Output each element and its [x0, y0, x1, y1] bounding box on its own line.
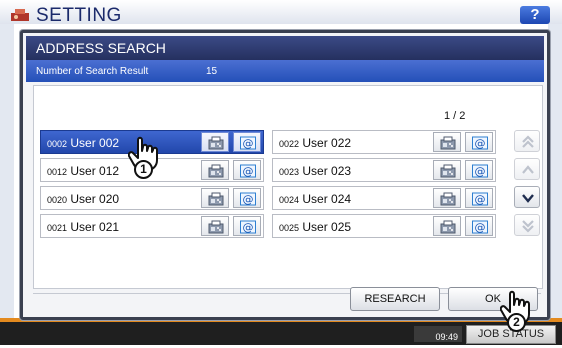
- search-result-bar: Number of Search Result 15: [26, 60, 544, 82]
- entry-label: 0020 User 020: [47, 192, 120, 206]
- chevron-down-icon: [522, 194, 534, 203]
- entry-label: 0021 User 021: [47, 220, 120, 234]
- scroll-bottom-button[interactable]: [514, 214, 540, 236]
- setting-header: SETTING ?: [0, 0, 562, 26]
- email-button[interactable]: @: [233, 132, 261, 152]
- entry-label: 0024 User 024: [279, 192, 352, 206]
- email-button[interactable]: @: [465, 216, 493, 236]
- results-panel: 1 / 2 0002 User 002 @ 0012 User 012 @ 00…: [33, 85, 543, 289]
- callout-number: 1: [134, 160, 153, 179]
- fax-button[interactable]: [433, 160, 461, 180]
- svg-text:@: @: [243, 165, 254, 178]
- fax-icon: [440, 220, 456, 234]
- svg-text:@: @: [243, 137, 254, 150]
- fax-icon: [440, 192, 456, 206]
- email-icon: @: [240, 164, 256, 178]
- fax-button[interactable]: [433, 132, 461, 152]
- email-button[interactable]: @: [233, 216, 261, 236]
- entry-label: 0022 User 022: [279, 136, 352, 150]
- email-icon: @: [472, 192, 488, 206]
- scroll-top-button[interactable]: [514, 130, 540, 152]
- clock: 09:49: [414, 326, 462, 342]
- address-entry[interactable]: 0023 User 023 @: [272, 158, 496, 182]
- address-entry[interactable]: 0020 User 020 @: [40, 186, 264, 210]
- fax-button[interactable]: [201, 216, 229, 236]
- email-icon: @: [240, 192, 256, 206]
- svg-text:@: @: [475, 165, 486, 178]
- email-button[interactable]: @: [465, 160, 493, 180]
- help-button[interactable]: ?: [520, 6, 550, 24]
- svg-text:@: @: [243, 221, 254, 234]
- fax-button[interactable]: [201, 160, 229, 180]
- dialog-title: ADDRESS SEARCH: [36, 40, 166, 56]
- fax-button[interactable]: [433, 216, 461, 236]
- email-icon: @: [472, 164, 488, 178]
- email-icon: @: [240, 220, 256, 234]
- fax-icon: [440, 164, 456, 178]
- fax-icon: [440, 136, 456, 150]
- email-button[interactable]: @: [233, 160, 261, 180]
- background-panel-left: [0, 24, 14, 322]
- entry-label: 0025 User 025: [279, 220, 352, 234]
- dialog-title-bar: ADDRESS SEARCH: [26, 36, 544, 60]
- fax-button[interactable]: [201, 188, 229, 208]
- page-indicator: 1 / 2: [444, 110, 466, 122]
- address-entry[interactable]: 0021 User 021 @: [40, 214, 264, 238]
- svg-text:@: @: [475, 221, 486, 234]
- chevron-up-icon: [522, 165, 534, 174]
- email-icon: @: [472, 220, 488, 234]
- search-result-label: Number of Search Result: [36, 66, 149, 77]
- email-button[interactable]: @: [465, 188, 493, 208]
- background-panel-right: [548, 24, 562, 322]
- svg-text:@: @: [475, 193, 486, 206]
- address-entry[interactable]: 0022 User 022 @: [272, 130, 496, 154]
- callout-number: 2: [507, 313, 526, 332]
- double-chevron-up-icon: [522, 135, 534, 148]
- setting-title: SETTING: [36, 5, 122, 26]
- address-search-dialog: ADDRESS SEARCH Number of Search Result 1…: [20, 30, 550, 320]
- research-button[interactable]: RESEARCH: [350, 287, 440, 311]
- entry-label: 0023 User 023: [279, 164, 352, 178]
- fax-icon: [208, 164, 224, 178]
- fax-icon: [208, 192, 224, 206]
- fax-button[interactable]: [433, 188, 461, 208]
- svg-text:@: @: [475, 137, 486, 150]
- scroll-down-button[interactable]: [514, 186, 540, 208]
- email-button[interactable]: @: [233, 188, 261, 208]
- email-icon: @: [240, 136, 256, 150]
- address-entry[interactable]: 0024 User 024 @: [272, 186, 496, 210]
- entry-label: 0002 User 002: [47, 136, 120, 150]
- email-button[interactable]: @: [465, 132, 493, 152]
- scroll-up-button[interactable]: [514, 158, 540, 180]
- email-icon: @: [472, 136, 488, 150]
- svg-text:@: @: [243, 193, 254, 206]
- fax-icon: [208, 136, 224, 150]
- entry-label: 0012 User 012: [47, 164, 120, 178]
- search-result-count: 15: [206, 66, 218, 77]
- setting-logo-icon: [11, 9, 29, 21]
- fax-icon: [208, 220, 224, 234]
- double-chevron-down-icon: [522, 220, 534, 233]
- address-entry[interactable]: 0025 User 025 @: [272, 214, 496, 238]
- fax-button[interactable]: [201, 132, 229, 152]
